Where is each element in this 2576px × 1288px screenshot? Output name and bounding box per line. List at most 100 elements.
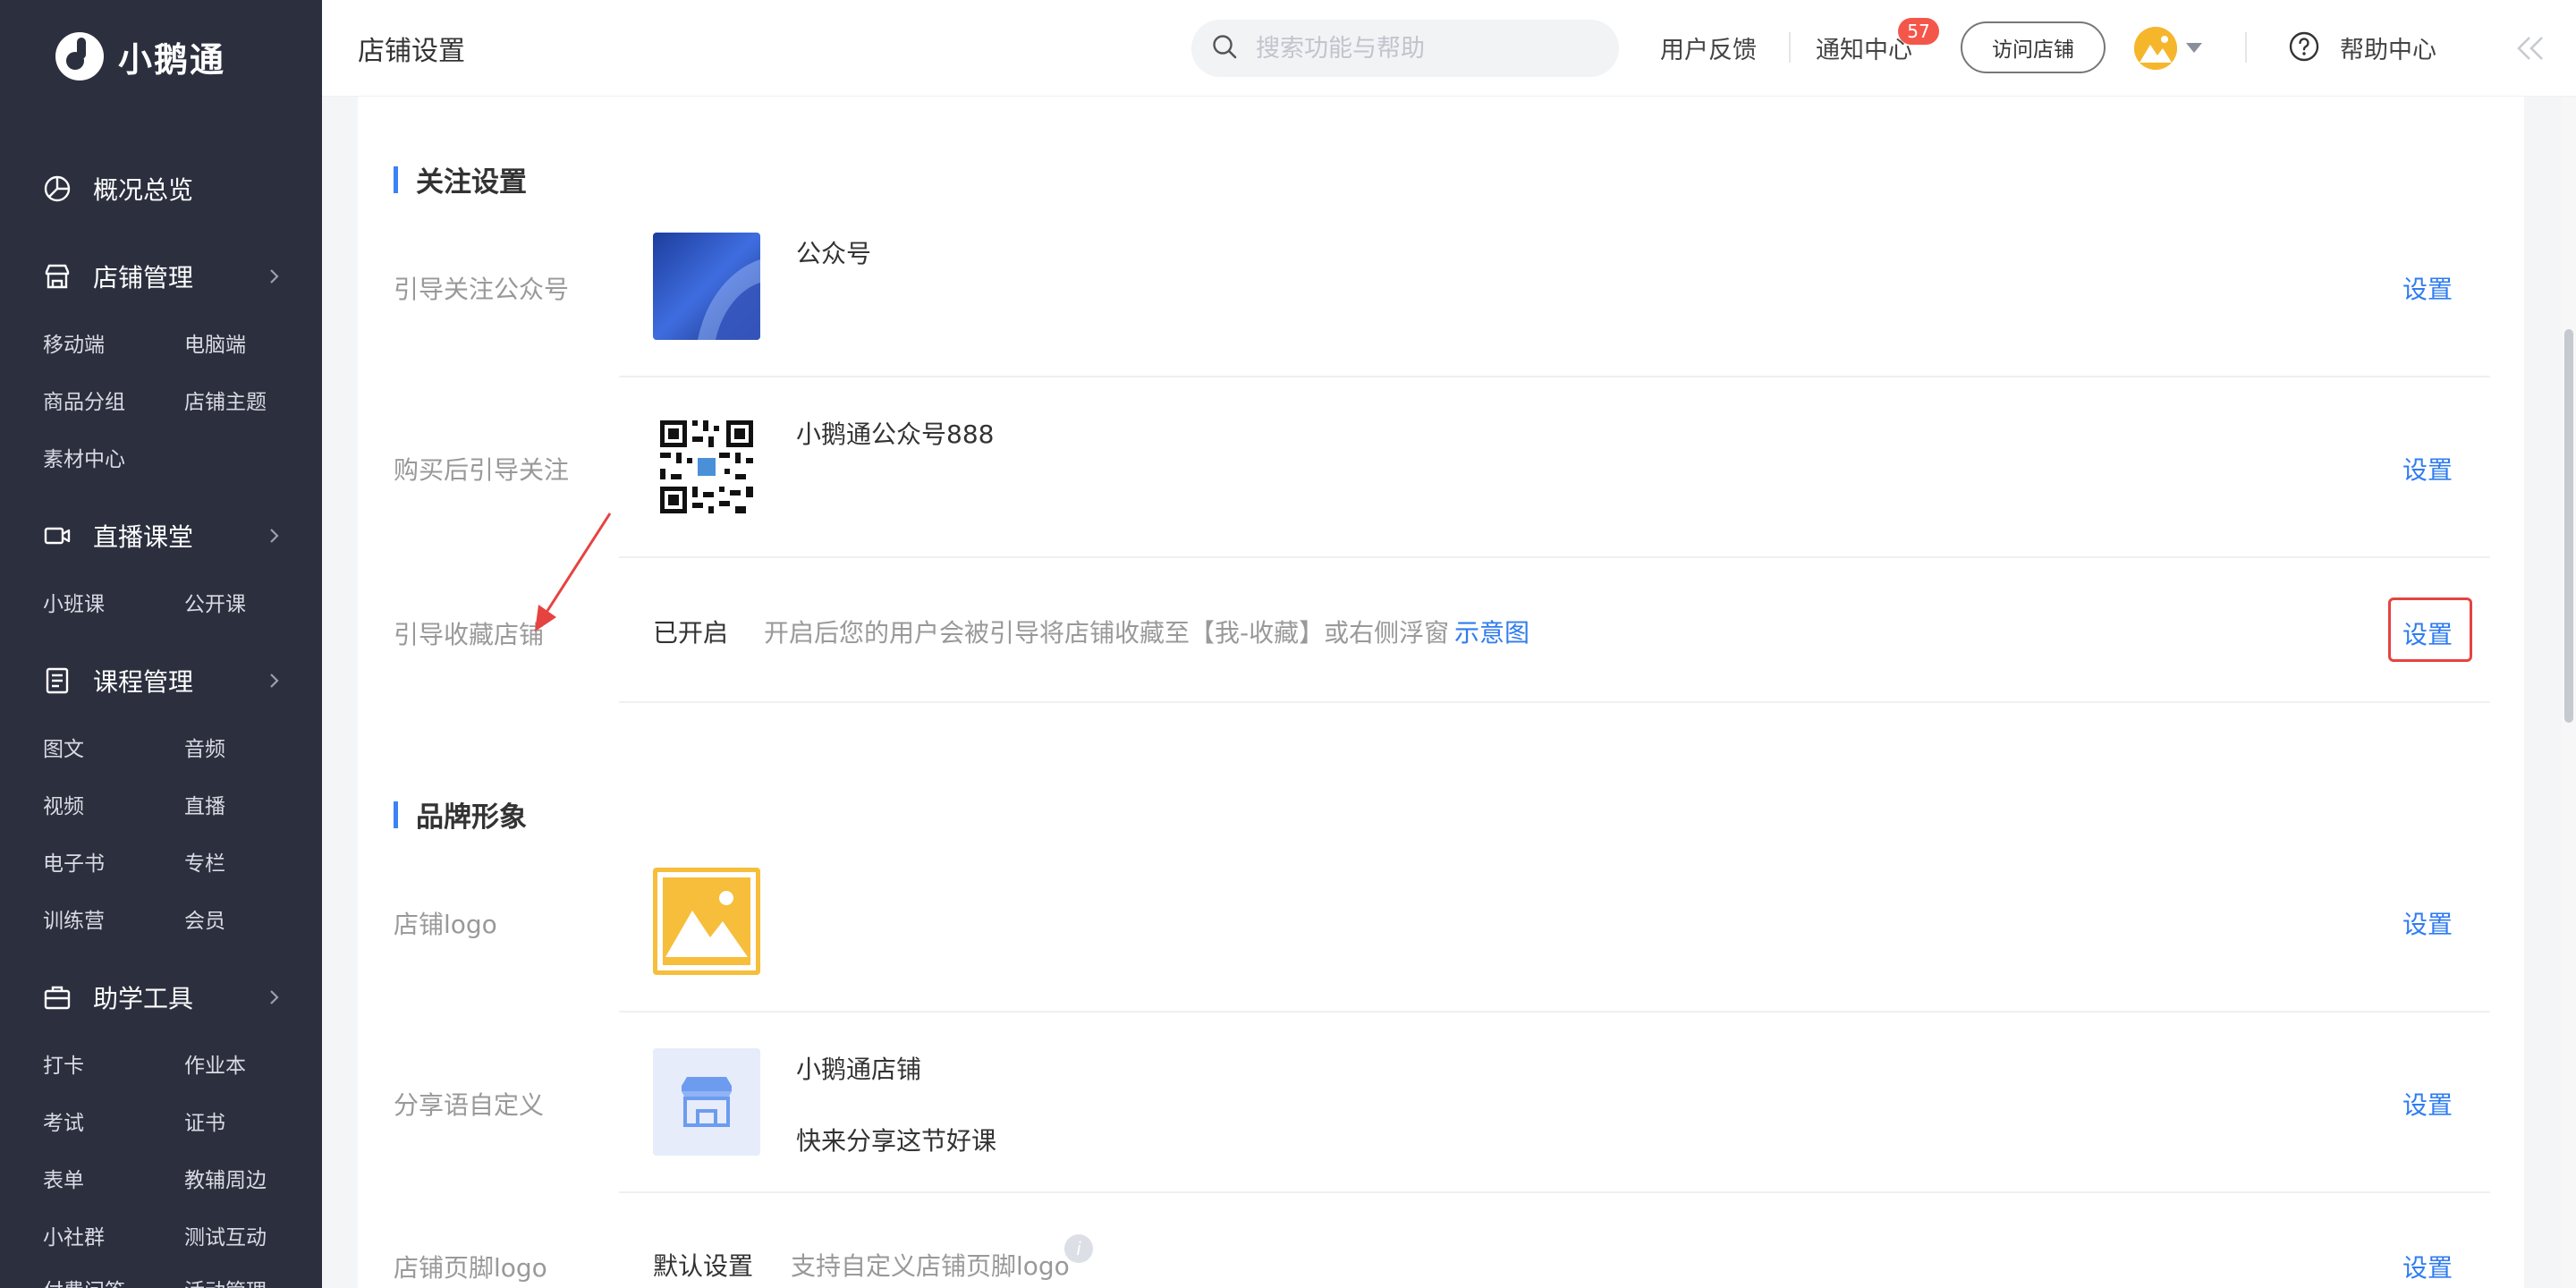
sidebar-subitem[interactable]: 店铺主题: [184, 385, 267, 415]
sidebar-item-label: 概况总览: [93, 175, 194, 205]
share-description: 快来分享这节好课: [796, 1126, 997, 1156]
status-text: 已开启: [653, 618, 729, 648]
shop-storefront-icon: [653, 1048, 760, 1156]
row-label: 店铺页脚logo: [394, 1253, 547, 1283]
sidebar-item-label: 店铺管理: [93, 263, 194, 292]
sidebar-subitem[interactable]: 素材中心: [43, 442, 125, 472]
sidebar-subitem[interactable]: 小社群: [43, 1220, 105, 1250]
brand[interactable]: 小鹅通: [0, 0, 322, 113]
scrollbar[interactable]: [2562, 97, 2576, 1288]
sidebar-subitem[interactable]: 视频: [43, 789, 84, 819]
collapse-double-chevron-icon[interactable]: [2512, 30, 2551, 66]
chevron-down-icon[interactable]: [2186, 43, 2202, 53]
sidebar-subitem[interactable]: 商品分组: [43, 385, 125, 415]
sidebar-subitem[interactable]: 小班课: [43, 587, 105, 617]
sidebar-item-label: 课程管理: [93, 667, 194, 697]
sidebar-item-tools[interactable]: 助学工具: [43, 975, 284, 1020]
hint-text: 开启后您的用户会被引导将店铺收藏至【我-收藏】或右侧浮窗: [764, 618, 1450, 648]
info-icon[interactable]: i: [1064, 1234, 1093, 1263]
row-label: 分享语自定义: [394, 1090, 545, 1120]
top-bar: 店铺设置 用户反馈 通知中心 57 访问店铺 帮助中心: [322, 0, 2576, 97]
set-post-purchase-follow-button[interactable]: 设置: [2402, 451, 2453, 487]
search-input[interactable]: [1254, 33, 1594, 64]
set-footer-logo-button[interactable]: 设置: [2402, 1249, 2453, 1284]
red-arrow-icon: [535, 513, 612, 631]
brand-name: 小鹅通: [118, 39, 226, 80]
share-title: 小鹅通店铺: [796, 1055, 922, 1084]
status-text: 默认设置: [653, 1251, 754, 1281]
avatar[interactable]: [2134, 27, 2177, 70]
row-label: 购买后引导关注: [394, 455, 570, 485]
sidebar-subitem[interactable]: 移动端: [43, 327, 105, 358]
sidebar-item-label: 助学工具: [93, 984, 194, 1013]
row-divider: [619, 1011, 2490, 1013]
sidebar-subitem[interactable]: 表单: [43, 1163, 84, 1193]
section-title-follow: 关注设置: [394, 159, 527, 199]
row-label: 店铺logo: [394, 910, 497, 939]
official-account-cover-image: [653, 233, 760, 340]
set-shop-logo-button[interactable]: 设置: [2402, 905, 2453, 941]
row-divider: [619, 1191, 2490, 1193]
video-camera-icon: [43, 521, 72, 550]
set-share-text-button[interactable]: 设置: [2402, 1086, 2453, 1122]
sidebar-subitem[interactable]: 训练营: [43, 903, 105, 934]
row-divider: [619, 376, 2490, 377]
shop-logo-image-icon: [653, 868, 760, 975]
divider: [1789, 32, 1791, 63]
settings-panel: 关注设置 引导关注公众号 公众号 设置 购买后引导关注 小鹅通公众号888 设置…: [358, 97, 2524, 1288]
page-title: 店铺设置: [358, 36, 465, 67]
toolbox-icon: [43, 983, 72, 1012]
search-box[interactable]: [1191, 20, 1619, 77]
row-divider: [619, 556, 2490, 558]
sidebar-subitem[interactable]: 活动管理: [184, 1274, 267, 1288]
chevron-right-icon: [263, 525, 284, 547]
sidebar-subitem[interactable]: 电脑端: [184, 327, 246, 358]
sidebar-item-overview[interactable]: 概况总览: [43, 166, 284, 211]
sidebar-item-shop[interactable]: 店铺管理: [43, 254, 284, 299]
official-account-name: 小鹅通公众号888: [796, 419, 995, 449]
feedback-link[interactable]: 用户反馈: [1660, 30, 1757, 65]
sidebar-subitem[interactable]: 会员: [184, 903, 225, 934]
brand-logo-icon: [55, 32, 104, 80]
scrollbar-thumb[interactable]: [2564, 329, 2573, 723]
notification-center-link[interactable]: 通知中心: [1816, 30, 1912, 65]
set-favorite-shop-button[interactable]: 设置: [2402, 615, 2453, 651]
qr-code-icon: [653, 413, 760, 521]
set-follow-account-button[interactable]: 设置: [2402, 270, 2453, 306]
avatar-image-icon: [2134, 27, 2177, 70]
sidebar-item-label: 直播课堂: [93, 522, 194, 552]
sidebar-subitem[interactable]: 付费问答: [43, 1274, 125, 1288]
sidebar-subitem[interactable]: 直播: [184, 789, 225, 819]
sidebar-subitem[interactable]: 考试: [43, 1106, 84, 1136]
search-icon: [1211, 33, 1238, 64]
sidebar-subitem[interactable]: 证书: [184, 1106, 225, 1136]
help-icon[interactable]: [2288, 30, 2320, 66]
official-account-name: 公众号: [796, 239, 872, 268]
section-title-brand: 品牌形象: [394, 794, 527, 835]
sidebar-subitem[interactable]: 教辅周边: [184, 1163, 267, 1193]
example-image-link[interactable]: 示意图: [1454, 614, 1530, 649]
hint-text: 支持自定义店铺页脚logo: [791, 1251, 1070, 1281]
sidebar-subitem[interactable]: 测试互动: [184, 1220, 267, 1250]
chevron-right-icon: [263, 266, 284, 287]
notification-badge: 57: [1898, 18, 1939, 45]
divider: [2245, 32, 2247, 63]
sidebar: 小鹅通 概况总览 店铺管理 移动端 电脑端 商品分组 店铺主题 素材中心 直播课…: [0, 0, 322, 1288]
document-icon: [43, 666, 72, 695]
sidebar-subitem[interactable]: 公开课: [184, 587, 246, 617]
sidebar-subitem[interactable]: 专栏: [184, 846, 225, 877]
sidebar-subitem[interactable]: 图文: [43, 732, 84, 762]
sidebar-item-live[interactable]: 直播课堂: [43, 513, 284, 558]
row-divider: [619, 701, 2490, 703]
sidebar-subitem[interactable]: 音频: [184, 732, 225, 762]
sidebar-subitem[interactable]: 打卡: [43, 1048, 84, 1079]
sidebar-item-course[interactable]: 课程管理: [43, 658, 284, 703]
shop-icon: [43, 262, 72, 291]
sidebar-subitem[interactable]: 电子书: [43, 846, 105, 877]
pie-chart-icon: [43, 174, 72, 203]
help-center-link[interactable]: 帮助中心: [2340, 30, 2436, 65]
chevron-right-icon: [263, 987, 284, 1008]
row-label: 引导关注公众号: [394, 275, 570, 304]
sidebar-subitem[interactable]: 作业本: [184, 1048, 246, 1079]
visit-shop-button[interactable]: 访问店铺: [1961, 21, 2106, 73]
